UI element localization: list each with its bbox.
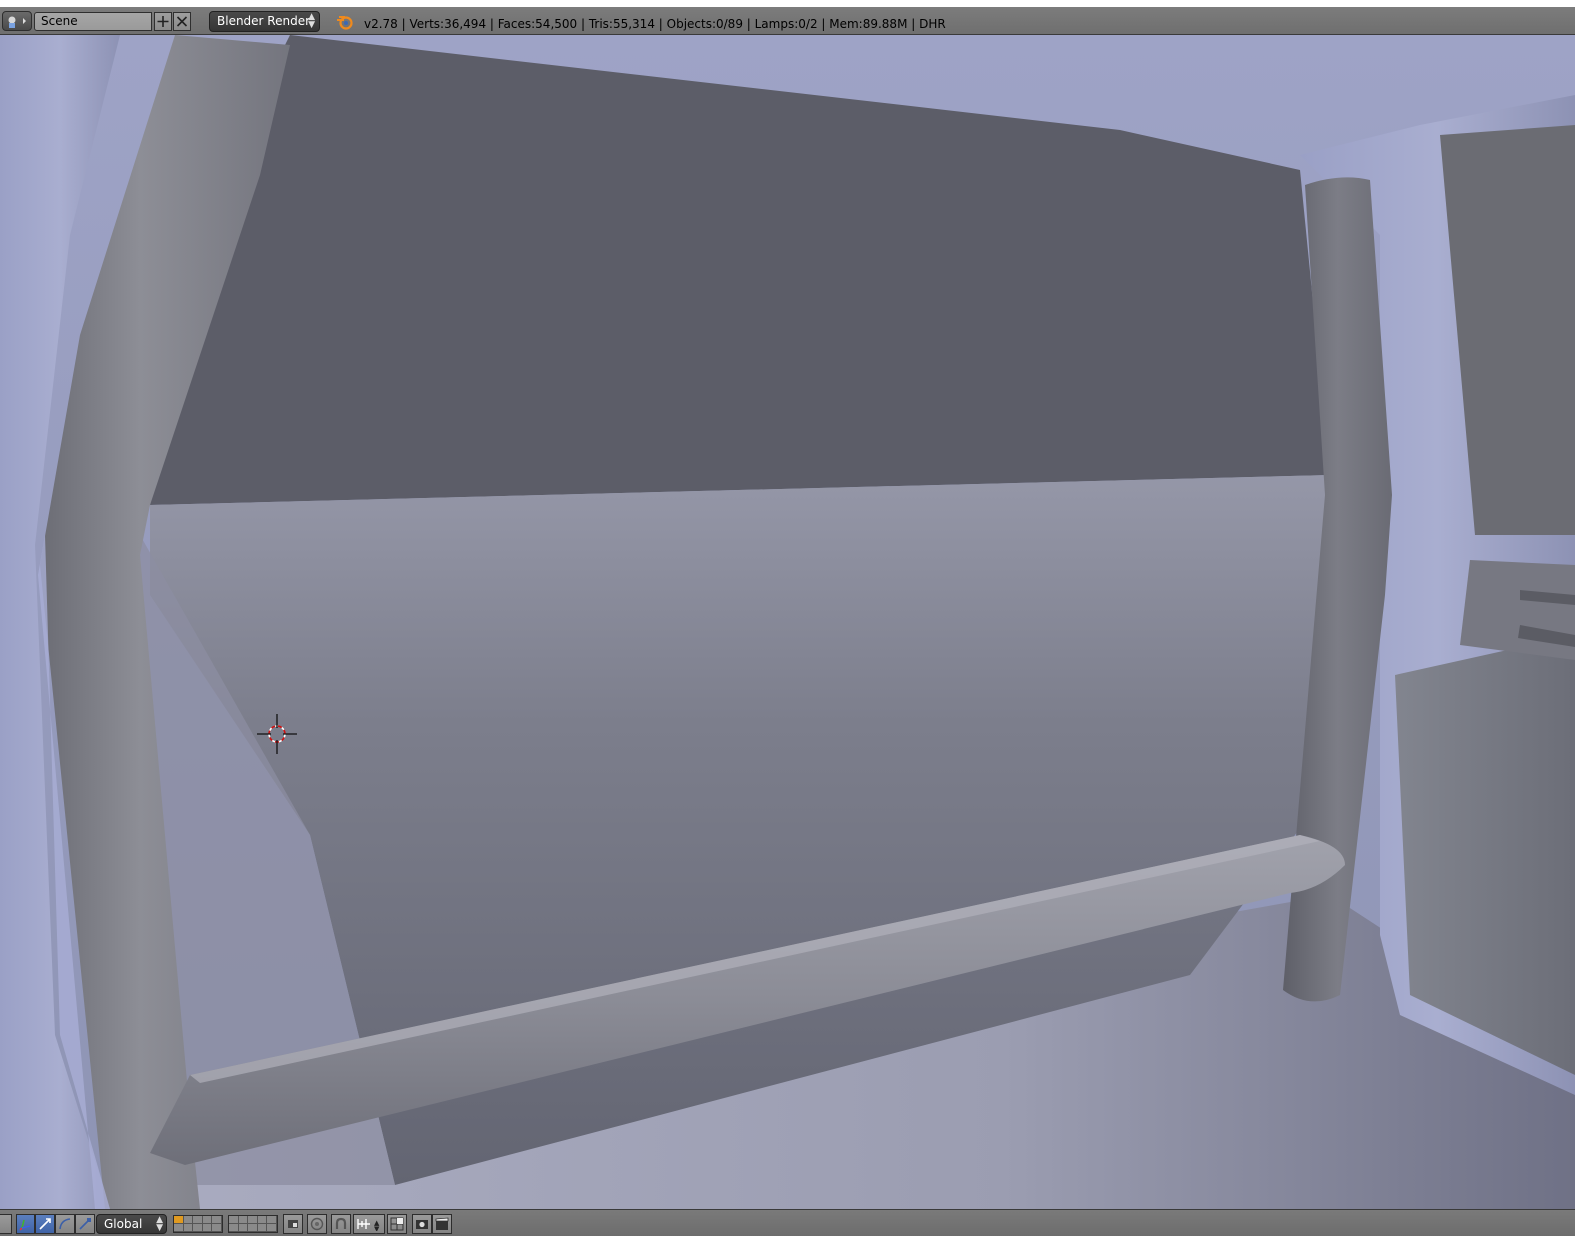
- blender-window: Scene Blender Render ▲ ▼ v2.78 | Verts:36…: [0, 0, 1575, 1243]
- mode-menu-edge-button[interactable]: [0, 1214, 12, 1234]
- blender-logo-icon: [337, 16, 353, 30]
- view3d-header: Global ▲ ▼ ▲ ▼: [0, 1209, 1575, 1237]
- opengl-animation-icon: [435, 1217, 449, 1230]
- add-scene-button[interactable]: [154, 12, 172, 31]
- scene-statistics: v2.78 | Verts:36,494 | Faces:54,500 | Tr…: [364, 17, 946, 31]
- scene-name-field[interactable]: Scene: [34, 12, 152, 31]
- 3d-viewport[interactable]: [0, 35, 1575, 1209]
- x-icon: [176, 16, 188, 27]
- plus-icon: [157, 16, 169, 27]
- select-arrows-icon: ▲ ▼: [308, 12, 315, 30]
- snap-target-icon: [390, 1217, 404, 1231]
- editor-type-button[interactable]: [2, 11, 32, 31]
- snap-icon: [335, 1217, 347, 1229]
- window-top-border: [0, 0, 1575, 7]
- render-engine-select[interactable]: Blender Render ▲ ▼: [209, 11, 320, 32]
- rotate-manipulator-button[interactable]: [55, 1214, 75, 1234]
- window-bottom-border: [0, 1236, 1575, 1243]
- 3d-cursor-icon[interactable]: [257, 714, 297, 754]
- scale-manipulator-button[interactable]: [75, 1214, 95, 1234]
- scale-icon: [79, 1218, 91, 1230]
- opengl-animation-button[interactable]: [432, 1214, 452, 1234]
- info-editor-icon: [8, 16, 26, 28]
- svg-text:▼: ▼: [374, 1225, 380, 1231]
- lock-camera-button[interactable]: [283, 1214, 303, 1234]
- snap-element-icon: ▲▼: [357, 1219, 380, 1231]
- proportional-edit-icon: [310, 1217, 324, 1231]
- lock-camera-icon: [288, 1220, 298, 1228]
- transform-orientation-select[interactable]: Global ▲ ▼: [96, 1214, 167, 1234]
- viewport-render: [0, 35, 1575, 1209]
- translate-icon: [39, 1218, 51, 1230]
- render-engine-label: Blender Render: [217, 14, 311, 28]
- snap-toggle-button[interactable]: [331, 1214, 351, 1234]
- layers-group-1[interactable]: [173, 1215, 223, 1233]
- select-arrows-icon: ▲ ▼: [156, 1215, 163, 1233]
- manipulator-toggle-icon: [19, 1219, 31, 1231]
- layers-group-2[interactable]: [228, 1215, 278, 1233]
- transform-orientation-label: Global: [104, 1217, 143, 1231]
- snap-element-select[interactable]: ▲ ▼: [353, 1214, 385, 1234]
- opengl-render-icon: [416, 1220, 428, 1229]
- opengl-render-button[interactable]: [412, 1214, 432, 1234]
- snap-target-button[interactable]: [387, 1214, 407, 1234]
- rotate-icon: [59, 1218, 71, 1230]
- info-header: Scene Blender Render ▲ ▼ v2.78 | Verts:36…: [0, 7, 1575, 35]
- proportional-edit-button[interactable]: [307, 1214, 327, 1234]
- delete-scene-button[interactable]: [173, 12, 191, 31]
- manipulator-toggle-button[interactable]: [16, 1214, 35, 1234]
- translate-manipulator-button[interactable]: [35, 1214, 55, 1234]
